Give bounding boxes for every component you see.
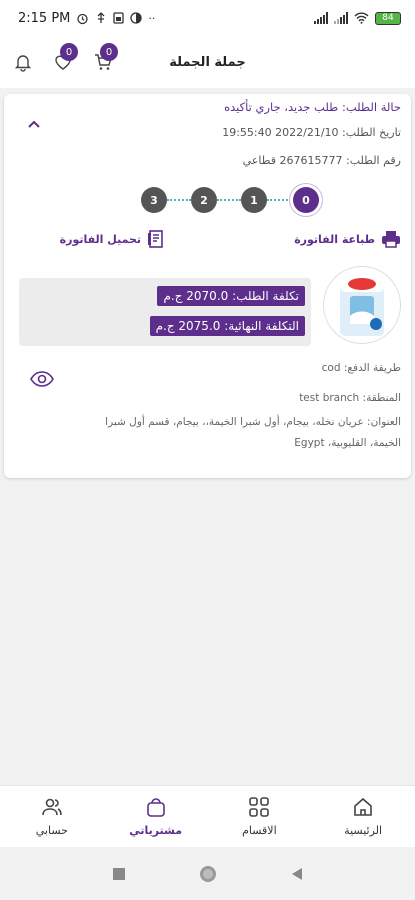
grid-icon (249, 797, 270, 817)
view-details-button[interactable] (30, 370, 54, 390)
status-left: 2:15 PM ·· (18, 11, 155, 26)
invoice-actions: طباعة الفاتورة تحميل الفاتورة (14, 230, 401, 250)
status-bar: 2:15 PM ·· 84 (0, 0, 415, 36)
nav-categories-label: الاقسام (242, 824, 277, 837)
invoice-icon (148, 230, 163, 248)
download-invoice-button[interactable]: تحميل الفاتورة (60, 230, 165, 248)
favorites-button[interactable]: 0 (50, 43, 78, 75)
address: العنوان: عريان نخله، بيجام، أول شبرا الخ… (105, 416, 401, 449)
bottom-nav: الرئيسية الاقسام مشترياتي حسابي (0, 785, 415, 847)
system-nav-bar (0, 847, 415, 900)
order-date: تاريخ الطلب: 2022/21/10 19:55:40 (222, 126, 401, 139)
recents-icon[interactable] (112, 867, 126, 881)
cart-count-badge: 0 (100, 43, 118, 61)
cost-summary: تكلفة الطلب: 2070.0 ج.م التكلفة النهائية… (19, 278, 311, 346)
nav-orders-label: مشترياتي (129, 824, 183, 837)
step-0-active: 0 (293, 187, 319, 213)
data-saver-icon (130, 12, 143, 24)
nav-categories[interactable]: الاقسام (209, 786, 309, 847)
battery-icon: 84 (375, 11, 401, 25)
step-3: 3 (141, 187, 167, 213)
eye-icon (30, 371, 54, 387)
collapse-button[interactable] (24, 114, 44, 134)
order-progress-stepper: 3 2 1 0 (141, 187, 325, 217)
users-icon (42, 798, 62, 816)
header-icons: 0 0 (10, 43, 118, 75)
step-connector (167, 199, 191, 201)
signal-icon (314, 12, 328, 24)
print-invoice-button[interactable]: طباعة الفاتورة (294, 230, 401, 248)
home-icon (354, 797, 372, 816)
alarm-icon (77, 13, 89, 24)
order-cost: تكلفة الطلب: 2070.0 ج.م (157, 286, 305, 306)
bell-icon (14, 55, 32, 72)
product-image[interactable] (323, 266, 401, 344)
sim-icon (113, 12, 125, 24)
status-time: 2:15 PM (18, 10, 71, 26)
favorites-count-badge: 0 (60, 43, 78, 61)
step-connector (267, 199, 291, 201)
order-status: حالة الطلب: طلب جديد، جاري تأكيده (224, 100, 401, 114)
cart-button[interactable]: 0 (90, 43, 118, 75)
nav-orders[interactable]: مشترياتي (106, 786, 206, 847)
notifications-button[interactable] (10, 49, 36, 75)
order-card: حالة الطلب: طلب جديد، جاري تأكيده تاريخ … (4, 94, 411, 478)
order-number: رقم الطلب: 267615777 قطاعي (242, 154, 401, 167)
print-invoice-label: طباعة الفاتورة (294, 232, 375, 246)
milk-pack-image (340, 274, 384, 336)
usb-icon (97, 12, 105, 23)
signal-2-icon (334, 12, 348, 24)
app-header: 0 0 جملة الجملة (0, 36, 415, 88)
chevron-up-icon (28, 120, 40, 128)
region: المنطقة: test branch (299, 392, 401, 404)
home-circle-icon[interactable] (198, 864, 218, 884)
status-right: 84 (314, 11, 401, 25)
nav-home-label: الرئيسية (344, 824, 383, 837)
step-connector (217, 199, 241, 201)
printer-icon (382, 231, 400, 248)
more-dots-icon: ·· (148, 11, 156, 25)
shopping-bag-icon (146, 798, 165, 817)
back-triangle-icon[interactable] (290, 867, 304, 881)
download-invoice-label: تحميل الفاتورة (59, 232, 141, 246)
final-cost: التكلفة النهائية: 2075.0 ج.م (149, 316, 305, 336)
nav-home[interactable]: الرئيسية (313, 786, 413, 847)
nav-account-label: حسابي (35, 824, 68, 837)
payment-method: طريقة الدفع: cod (321, 362, 401, 374)
wifi-icon (354, 12, 369, 24)
step-2: 2 (191, 187, 217, 213)
nav-account[interactable]: حسابي (2, 786, 102, 847)
step-1: 1 (241, 187, 267, 213)
